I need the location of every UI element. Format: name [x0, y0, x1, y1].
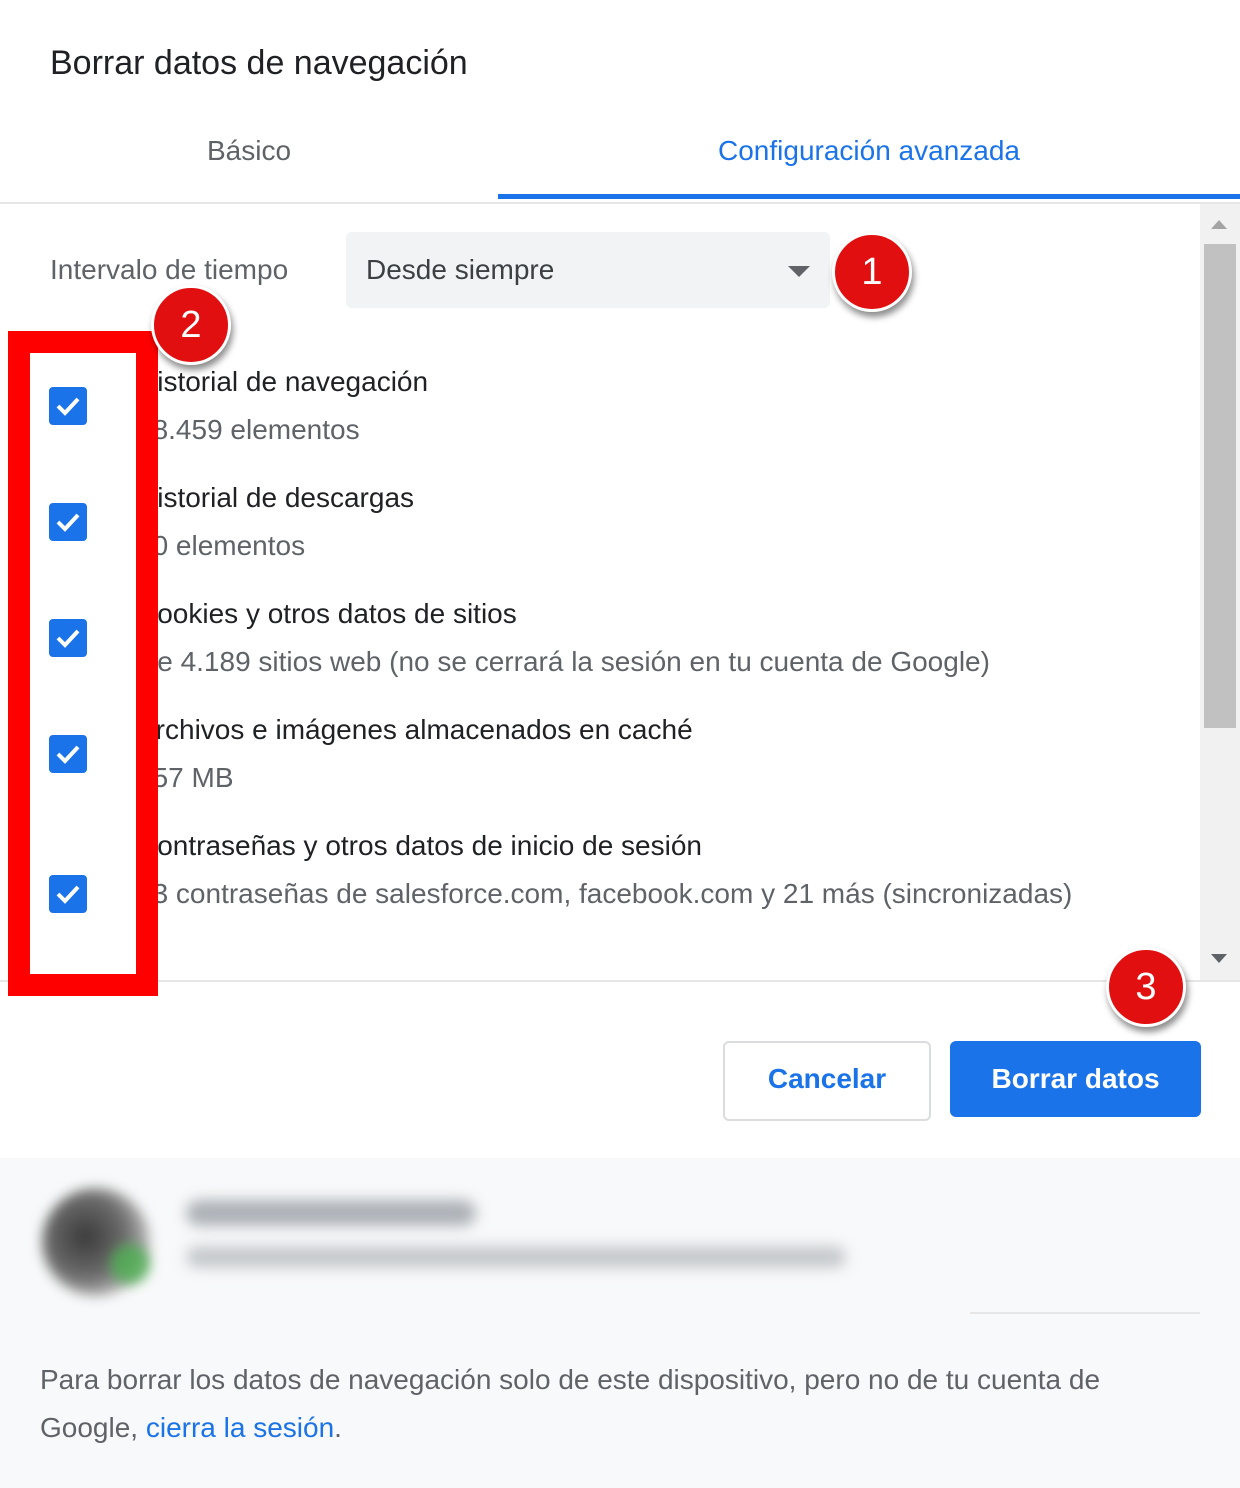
scroll-up-arrow-icon[interactable] [1211, 220, 1227, 229]
item-title: Archivos e imágenes almacenados en caché [137, 714, 693, 745]
checkbox-passwords[interactable] [49, 875, 87, 913]
tab-advanced[interactable]: Configuración avanzada [498, 110, 1240, 198]
blurred-account-name [186, 1200, 476, 1226]
item-subtitle: 23 contraseñas de salesforce.com, facebo… [137, 878, 1073, 909]
step-marker-3: 3 [1106, 947, 1186, 1027]
time-range-label: Intervalo de tiempo [50, 254, 289, 285]
checkbox-cached-files[interactable] [49, 735, 87, 773]
cancel-button[interactable]: Cancelar [723, 1041, 931, 1121]
item-title: Cookies y otros datos de sitios [137, 598, 517, 629]
clear-data-button[interactable]: Borrar datos [950, 1041, 1201, 1117]
item-title: Historial de navegación [137, 366, 429, 397]
checkbox-download-history[interactable] [49, 503, 87, 541]
time-range-value: Desde siempre [366, 254, 555, 285]
vertical-scrollbar[interactable] [1200, 204, 1240, 980]
hint-text-end: . [334, 1412, 342, 1443]
step-marker-2: 2 [151, 285, 231, 365]
item-subtitle: De 4.189 sitios web (no se cerrará la se… [137, 646, 990, 677]
checkmark-icon [56, 397, 80, 416]
blurred-account-email [186, 1246, 846, 1268]
account-footer: Para borrar los datos de navegación solo… [0, 1158, 1240, 1488]
checkbox-cookies[interactable] [49, 619, 87, 657]
tab-basic[interactable]: Básico [0, 110, 498, 198]
step-marker-1: 1 [832, 232, 912, 312]
item-subtitle: 28.459 elementos [137, 414, 360, 445]
sign-out-link[interactable]: cierra la sesión [146, 1412, 334, 1443]
checkmark-icon [56, 745, 80, 764]
checkmark-icon [56, 629, 80, 648]
scroll-down-arrow-icon[interactable] [1211, 954, 1227, 963]
tab-bar: Básico Configuración avanzada [0, 110, 1240, 204]
clear-browsing-data-dialog: Borrar datos de navegación Básico Config… [0, 0, 1240, 1488]
footer-divider [970, 1312, 1200, 1314]
dialog-title: Borrar datos de navegación [50, 44, 468, 82]
sync-status-icon [110, 1244, 150, 1284]
active-tab-indicator [498, 194, 1240, 199]
item-subtitle: 40 elementos [137, 530, 306, 561]
scrollbar-thumb[interactable] [1204, 244, 1236, 728]
sign-out-hint: Para borrar los datos de navegación solo… [40, 1356, 1200, 1452]
item-subtitle: 257 MB [137, 762, 234, 793]
checkbox-browsing-history[interactable] [49, 387, 87, 425]
time-range-select[interactable]: Desde siempre [346, 232, 830, 308]
dropdown-arrow-icon [788, 266, 810, 277]
checkmark-icon [56, 885, 80, 904]
item-title: Historial de descargas [137, 482, 415, 513]
item-title: Contraseñas y otros datos de inicio de s… [137, 830, 702, 861]
checkmark-icon [56, 513, 80, 532]
